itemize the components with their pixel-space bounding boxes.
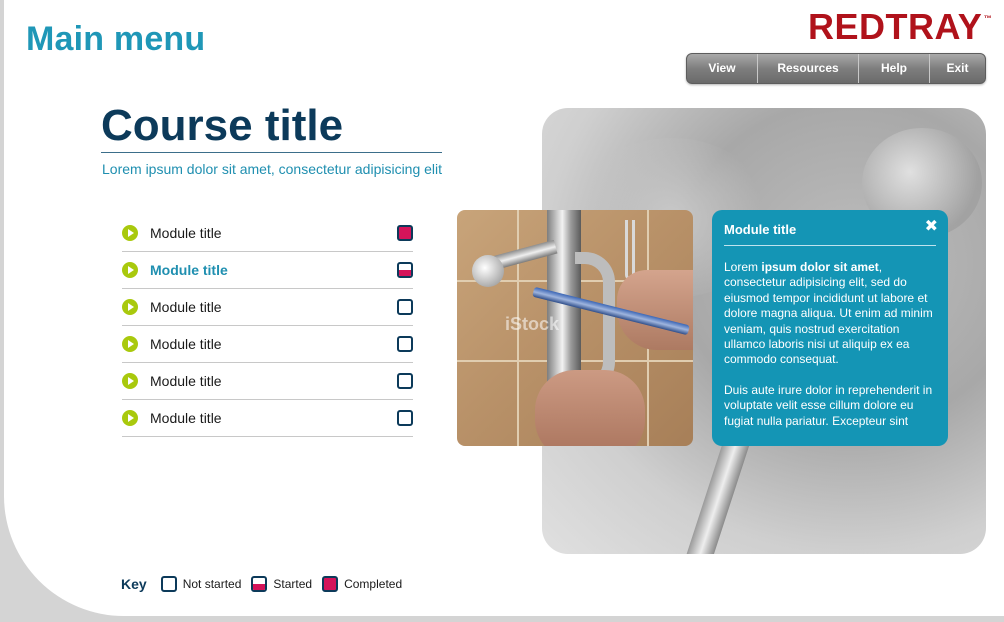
key-completed-label: Completed — [344, 577, 403, 591]
key-started-icon — [251, 576, 268, 592]
info-paragraph-1: Lorem ipsum dolor sit amet, consectetur … — [724, 260, 936, 368]
logo-text: REDTRAY — [808, 6, 983, 47]
stock-watermark: iStock — [505, 314, 560, 334]
module-label: Module title — [150, 262, 228, 278]
info-paragraph-2: Duis aute irure dolor in reprehenderit i… — [724, 382, 933, 428]
help-button[interactable]: Help — [859, 54, 930, 83]
info-panel-divider — [724, 245, 936, 246]
resources-button[interactable]: Resources — [758, 54, 859, 83]
module-label: Module title — [150, 410, 222, 426]
top-nav-bar: View Resources Help Exit — [686, 53, 986, 84]
status-started-icon — [397, 262, 413, 278]
plumbing-photo: iStock — [457, 210, 693, 446]
play-icon — [122, 225, 138, 241]
key-not-started-icon — [160, 576, 177, 592]
info-text: , consectetur adipisicing elit, sed do e… — [724, 260, 933, 367]
view-button[interactable]: View — [687, 54, 758, 83]
module-label: Module title — [150, 373, 222, 389]
module-item-2[interactable]: Module title — [122, 252, 413, 289]
valve-knob — [472, 255, 504, 287]
module-list: Module title Module title Module title M… — [122, 215, 413, 437]
hose-loop — [625, 220, 635, 280]
module-item-5[interactable]: Module title — [122, 363, 413, 400]
close-icon[interactable]: ✖ — [925, 216, 938, 236]
play-icon — [122, 299, 138, 315]
status-not-started-icon — [397, 299, 413, 315]
hand-lower — [535, 370, 645, 446]
status-key: Key Not started Started Completed — [121, 576, 412, 592]
info-panel-title: Module title — [724, 222, 797, 237]
course-subtitle: Lorem ipsum dolor sit amet, consectetur … — [102, 161, 443, 177]
module-item-4[interactable]: Module title — [122, 326, 413, 363]
status-completed-icon — [397, 225, 413, 241]
key-completed-icon — [322, 576, 339, 592]
course-title: Course title — [101, 101, 344, 150]
module-item-1[interactable]: Module title — [122, 215, 413, 252]
status-not-started-icon — [397, 373, 413, 389]
title-divider — [101, 152, 442, 153]
key-not-started-label: Not started — [182, 577, 242, 591]
play-icon — [122, 373, 138, 389]
status-not-started-icon — [397, 410, 413, 426]
status-not-started-icon — [397, 336, 413, 352]
play-icon — [122, 410, 138, 426]
module-label: Module title — [150, 299, 222, 315]
key-started-label: Started — [273, 577, 313, 591]
play-icon — [122, 336, 138, 352]
info-text: Lorem — [724, 260, 762, 274]
module-item-6[interactable]: Module title — [122, 400, 413, 437]
key-label: Key — [121, 576, 147, 592]
logo-trademark: ™ — [983, 14, 993, 23]
exit-button[interactable]: Exit — [930, 54, 985, 83]
module-info-panel: Module title ✖ Lorem ipsum dolor sit ame… — [712, 210, 948, 446]
info-text-bold: ipsum dolor sit amet — [761, 260, 879, 274]
redtray-logo: REDTRAY ™ — [808, 6, 992, 48]
main-menu-title[interactable]: Main menu — [26, 20, 205, 59]
play-icon — [122, 262, 138, 278]
module-label: Module title — [150, 336, 222, 352]
module-label: Module title — [150, 225, 222, 241]
module-item-3[interactable]: Module title — [122, 289, 413, 326]
